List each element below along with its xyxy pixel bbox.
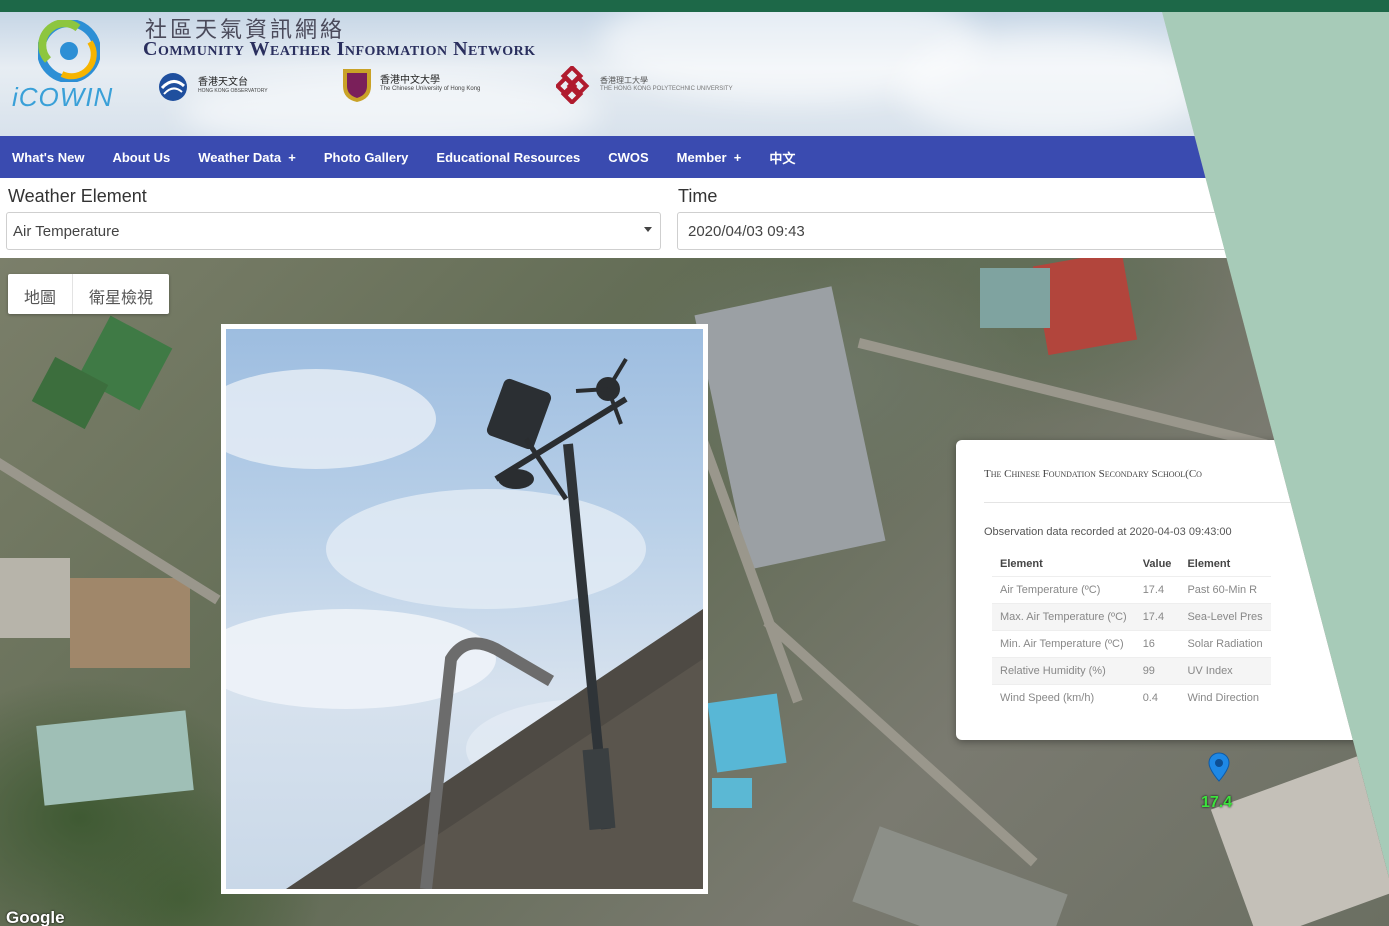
partner-cuhk-en: The Chinese University of Hong Kong — [380, 86, 481, 92]
map-pin-icon[interactable] — [1208, 752, 1230, 782]
partner-hko[interactable]: 香港天文台 HONG KONG OBSERVATORY — [154, 72, 268, 102]
weather-element-select[interactable]: Air Temperature — [6, 212, 661, 250]
column-header-value: Value — [1142, 558, 1172, 570]
table-cell: Relative Humidity (%) — [992, 657, 1135, 685]
table-cell: Sea-Level Pres — [1179, 603, 1271, 631]
partner-polyu[interactable]: 香港理工大學 THE HONG KONG POLYTECHNIC UNIVERSI… — [556, 66, 770, 104]
time-label: Time — [678, 186, 718, 206]
nav-about-us[interactable]: About Us — [112, 150, 170, 165]
partner-hko-en: HONG KONG OBSERVATORY — [198, 88, 268, 94]
station-info-window: The Chinese Foundation Secondary School(… — [956, 440, 1376, 740]
map-construction-site — [70, 578, 190, 668]
table-cell: Past 60-Min R — [1179, 576, 1271, 604]
table-cell: Min. Air Temperature (ºC) — [992, 630, 1135, 658]
map-building — [1210, 754, 1389, 926]
map-type-roadmap-button[interactable]: 地圖 — [8, 274, 72, 314]
weather-station-image — [226, 357, 703, 889]
site-title-english: Community Weather Information Network — [143, 38, 536, 60]
table-row: Wind Speed (km/h) 0.4 Wind Direction — [992, 684, 1271, 711]
nav-educational-resources[interactable]: Educational Resources — [436, 150, 580, 165]
marker-value-label: 17.4 — [1201, 794, 1233, 811]
time-value: 2020/04/03 09:43 — [688, 223, 805, 240]
polyu-logo-icon — [556, 66, 590, 104]
map-controls: Weather Element Air Temperature Time 202… — [0, 178, 1389, 258]
station-name: The Chinese Foundation Secondary School(… — [984, 468, 1202, 480]
table-row: Relative Humidity (%) 99 UV Index — [992, 657, 1271, 685]
table-cell: 17.4 — [1134, 576, 1180, 604]
map-building — [980, 268, 1050, 328]
table-cell: 17.4 — [1134, 603, 1180, 631]
nav-cwos[interactable]: CWOS — [608, 150, 648, 165]
observation-table: Element Value Element Air Temperature (º… — [992, 552, 1271, 711]
table-row: Max. Air Temperature (ºC) 17.4 Sea-Level… — [992, 603, 1271, 631]
cuhk-crest-icon — [343, 69, 371, 102]
column-header-element: Element — [1000, 558, 1043, 570]
map-building — [36, 710, 194, 806]
weather-element-label: Weather Element — [8, 186, 147, 206]
site-header: iCOWIN 社區天氣資訊網絡 Community Weather Inform… — [0, 12, 1389, 136]
google-attribution: Google — [6, 908, 65, 926]
map-type-control: 地圖 衛星檢視 — [8, 274, 170, 314]
nav-weather-data[interactable]: Weather Data + — [198, 150, 296, 165]
map-swimming-pool — [707, 693, 787, 773]
table-cell: Solar Radiation — [1179, 630, 1271, 658]
table-cell: Wind Speed (km/h) — [992, 684, 1135, 711]
partner-polyu-en: THE HONG KONG POLYTECHNIC UNIVERSITY — [600, 86, 733, 92]
partner-cuhk[interactable]: 香港中文大學 The Chinese University of Hong Kon… — [340, 66, 545, 104]
header-cloud — [900, 32, 1200, 136]
table-cell: 99 — [1134, 657, 1180, 685]
table-cell: 16 — [1134, 630, 1180, 658]
table-cell: UV Index — [1179, 657, 1271, 685]
partner-polyu-zh: 香港理工大學 — [600, 76, 648, 85]
map-building — [0, 558, 70, 638]
table-cell: Max. Air Temperature (ºC) — [992, 603, 1135, 631]
map-building — [694, 286, 886, 570]
chevron-down-icon — [644, 227, 652, 232]
hko-logo-icon — [159, 73, 187, 101]
main-navigation: What's New About Us Weather Data + Photo… — [0, 136, 1389, 178]
station-photo-image — [226, 329, 703, 889]
cowin-swirl-logo-icon[interactable] — [38, 20, 100, 82]
nav-whats-new[interactable]: What's New — [12, 150, 84, 165]
nav-member[interactable]: Member + — [677, 150, 742, 165]
map-swimming-pool — [712, 778, 752, 808]
table-row: Air Temperature (ºC) 17.4 Past 60-Min R — [992, 576, 1271, 604]
table-cell: Wind Direction — [1179, 684, 1271, 711]
website-screenshot: iCOWIN 社區天氣資訊網絡 Community Weather Inform… — [0, 12, 1389, 926]
info-divider — [984, 502, 1364, 503]
map-building — [852, 826, 1068, 926]
table-cell: 0.4 — [1134, 684, 1180, 711]
cowin-logo-text: iCOWIN — [12, 82, 114, 112]
nav-language-chinese[interactable]: 中文 — [769, 148, 795, 167]
nav-photo-gallery[interactable]: Photo Gallery — [324, 150, 409, 165]
column-header-element-2: Element — [1187, 558, 1231, 570]
map-type-satellite-button[interactable]: 衛星檢視 — [72, 274, 169, 314]
table-cell: Air Temperature (ºC) — [992, 576, 1135, 604]
satellite-map[interactable]: 地圖 衛星檢視 The Chinese Foundation Secondary… — [0, 258, 1389, 926]
table-row: Min. Air Temperature (ºC) 16 Solar Radia… — [992, 630, 1271, 658]
table-header-row: Element Value Element — [992, 552, 1271, 577]
partner-hko-zh: 香港天文台 — [198, 77, 248, 88]
map-road — [857, 338, 1268, 450]
observation-timestamp: Observation data recorded at 2020-04-03 … — [984, 526, 1232, 538]
weather-element-value: Air Temperature — [13, 223, 120, 240]
top-frame-strip — [0, 0, 1389, 12]
station-photo — [221, 324, 708, 894]
partner-cuhk-zh: 香港中文大學 — [380, 75, 440, 86]
time-field[interactable]: 2020/04/03 09:43 — [677, 212, 1389, 250]
